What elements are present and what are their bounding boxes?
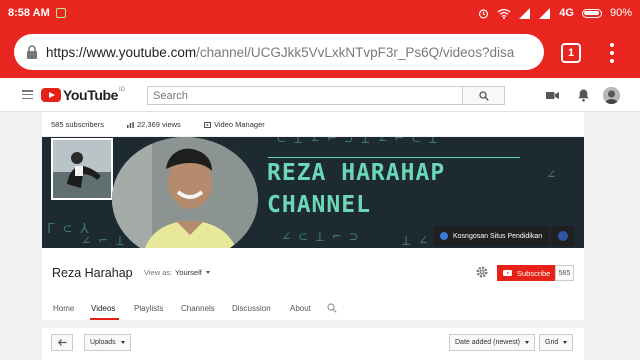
- youtube-play-icon: [41, 88, 61, 102]
- url-path: /channel/UCGJkk5VvLxkNTvpF3r_Ps6Q/videos…: [196, 44, 515, 60]
- banner-divider: [268, 157, 520, 158]
- subscribe-label: Subscribe: [517, 268, 551, 278]
- signal-icon: [519, 7, 531, 19]
- signal-icon-2: [539, 7, 551, 19]
- wifi-icon: [497, 8, 511, 19]
- gear-icon[interactable]: [475, 265, 489, 279]
- upload-video-icon[interactable]: [546, 91, 559, 100]
- subscriber-stat: 585 subscribers: [51, 120, 104, 129]
- view-mode-label: Grid: [545, 339, 559, 346]
- search-button[interactable]: [463, 86, 505, 105]
- battery-level: 90%: [609, 7, 632, 19]
- account-avatar[interactable]: [603, 87, 620, 104]
- view-as-dropdown[interactable]: Yourself: [175, 268, 210, 277]
- featured-link[interactable]: Kosngosan Situs Pendidikan: [434, 226, 549, 246]
- tab-about[interactable]: About: [290, 304, 311, 313]
- banner-title-line1: REZA HARAHAP: [267, 160, 446, 186]
- back-arrow-icon: [57, 339, 66, 346]
- tab-switcher-button[interactable]: 1: [561, 43, 581, 63]
- logo-text: YouTube: [63, 87, 119, 103]
- channel-name: Reza Harahap: [52, 266, 133, 280]
- status-time: 8:58 AM: [8, 7, 50, 19]
- youtube-small-icon: [503, 270, 512, 276]
- uploads-dropdown[interactable]: Uploads: [84, 334, 131, 351]
- tab-videos[interactable]: Videos: [91, 304, 115, 313]
- tab-playlists[interactable]: Playlists: [134, 304, 163, 313]
- back-button[interactable]: [51, 334, 73, 351]
- logo-region: ID: [119, 87, 126, 93]
- youtube-masthead: YouTube ID: [0, 78, 640, 112]
- tab-channels[interactable]: Channels: [181, 304, 215, 313]
- views-count: 22,369 views: [137, 120, 181, 129]
- channel-header: [42, 248, 584, 320]
- video-manager-link[interactable]: Video Manager: [204, 120, 265, 129]
- url-host: https://www.youtube.com: [46, 44, 197, 60]
- browser-menu-icon[interactable]: [606, 41, 618, 65]
- video-manager-icon: [204, 122, 211, 128]
- search-icon: [478, 90, 489, 101]
- notification-icon: [55, 8, 66, 18]
- network-type: 4G: [559, 7, 574, 19]
- tab-home[interactable]: Home: [53, 304, 74, 313]
- sort-dropdown[interactable]: Date added (newest): [449, 334, 535, 351]
- channel-search-icon[interactable]: [327, 303, 337, 313]
- channel-stats-bar: 585 subscribers 22,369 views Video Manag…: [42, 112, 584, 136]
- featured-link-label: Kosngosan Situs Pendidikan: [453, 232, 543, 240]
- subscribe-button[interactable]: Subscribe: [497, 265, 555, 281]
- views-stat: 22,369 views: [127, 120, 181, 129]
- banner-title-line2: CHANNEL: [267, 192, 371, 218]
- active-tab-indicator: [90, 318, 119, 320]
- address-bar[interactable]: https://www.youtube.com/channel/UCGJkk5V…: [14, 34, 544, 70]
- link-favicon-icon: [557, 231, 568, 241]
- lock-icon: [27, 45, 37, 59]
- globe-icon: [440, 232, 448, 240]
- battery-icon: [581, 8, 602, 18]
- banner-profile-photo: [112, 137, 258, 261]
- youtube-logo[interactable]: YouTube ID: [41, 87, 125, 103]
- uploads-label: Uploads: [90, 339, 116, 346]
- chevron-down-icon: [120, 341, 125, 344]
- subscriber-count-badge: 585: [555, 265, 574, 281]
- notifications-bell-icon[interactable]: [577, 88, 590, 102]
- video-manager-label: Video Manager: [214, 120, 265, 129]
- view-mode-dropdown[interactable]: Grid: [539, 334, 574, 351]
- channel-thumbnail[interactable]: [51, 138, 113, 200]
- browser-toolbar: https://www.youtube.com/channel/UCGJkk5V…: [0, 26, 640, 78]
- sort-label: Date added (newest): [455, 339, 520, 346]
- chevron-down-icon: [563, 341, 568, 344]
- alarm-icon: [479, 8, 489, 18]
- search-input[interactable]: [147, 86, 463, 105]
- view-as-label: View as:: [144, 268, 173, 277]
- tab-discussion[interactable]: Discussion: [232, 304, 271, 313]
- chevron-down-icon: [524, 341, 529, 344]
- hamburger-menu-icon[interactable]: [22, 90, 33, 99]
- bar-chart-icon: [127, 122, 134, 128]
- featured-link-secondary[interactable]: [551, 226, 574, 246]
- status-right: 4G 90%: [478, 7, 632, 19]
- status-bar: 8:58 AM 4G 90%: [0, 0, 640, 26]
